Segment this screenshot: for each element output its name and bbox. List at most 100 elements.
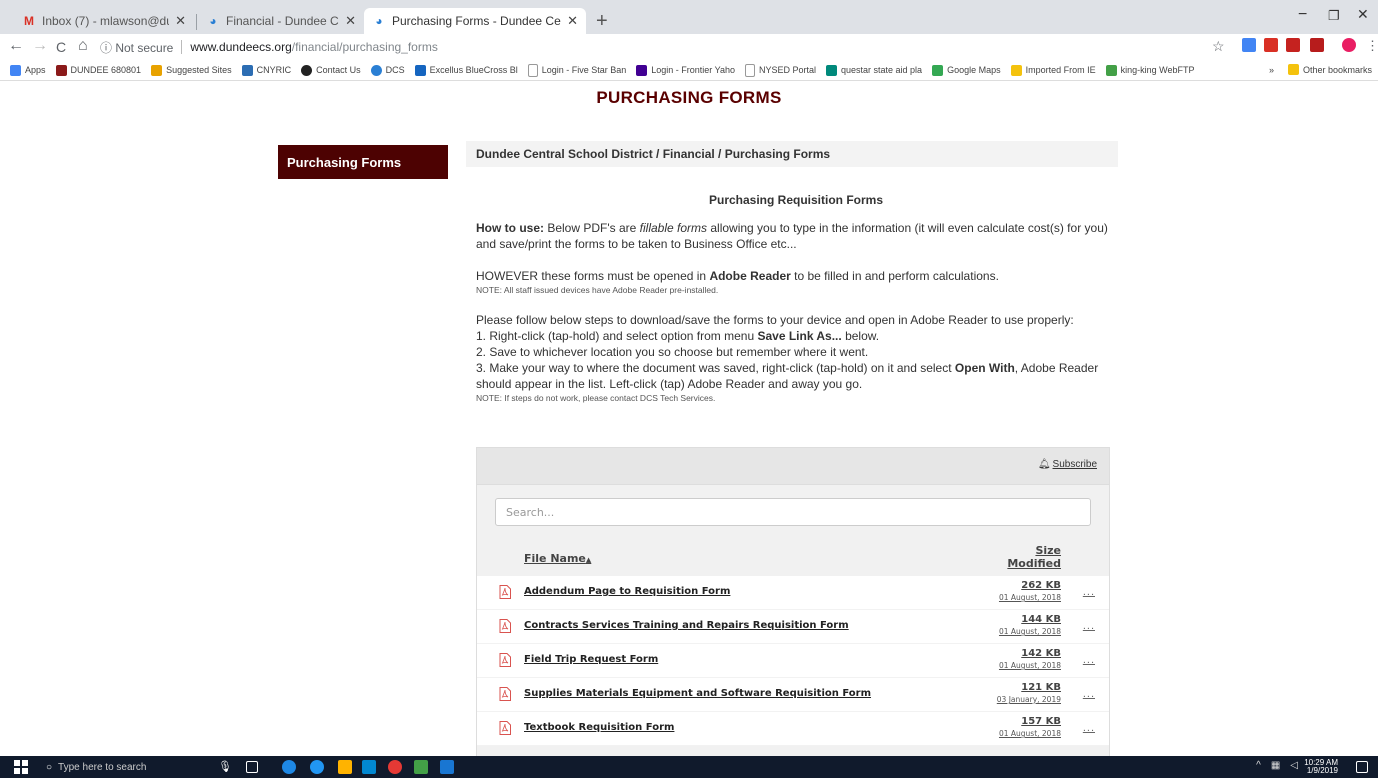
maximize-button[interactable]: ❐ xyxy=(1328,8,1340,24)
file-name-link[interactable]: Contracts Services Training and Repairs … xyxy=(524,620,849,631)
bookmark-star-icon[interactable]: ☆ xyxy=(1212,38,1225,55)
subscribe-link[interactable]: 🔔︎ Subscribe xyxy=(1038,459,1097,470)
instructions: Purchasing Requisition Forms How to use:… xyxy=(476,192,1116,404)
edge-icon[interactable] xyxy=(282,760,296,774)
windows-start-icon[interactable] xyxy=(14,760,28,774)
bookmark-icon xyxy=(414,64,426,76)
new-tab-button[interactable]: + xyxy=(596,10,608,33)
file-options-menu[interactable]: ... xyxy=(1083,722,1095,734)
pdf-extension-icon[interactable] xyxy=(1310,38,1324,52)
bookmark-cnyric[interactable]: CNYRIC xyxy=(241,64,291,76)
dcs-icon: ◕ xyxy=(375,14,383,28)
bookmark-fivestar[interactable]: Login - Five Star Ban xyxy=(527,63,626,77)
file-options-menu[interactable]: ... xyxy=(1083,654,1095,666)
back-button[interactable]: ← xyxy=(8,37,24,55)
close-icon[interactable]: ✕ xyxy=(567,13,578,29)
bookmark-webftp[interactable]: king-king WebFTP xyxy=(1105,64,1194,76)
address-bar[interactable]: ⓘ Not secure www.dundeecs.org/financial/… xyxy=(100,37,1200,57)
file-row[interactable]: Addendum Page to Requisition Form 262 KB 0… xyxy=(477,576,1109,610)
other-bookmarks[interactable]: » Other bookmarks xyxy=(1269,64,1372,75)
folder-icon xyxy=(1287,64,1299,75)
file-modified-date: 03 January, 2019 xyxy=(996,695,1061,704)
bookmark-frontier[interactable]: Login - Frontier Yaho xyxy=(636,64,735,76)
gmail-extension-icon[interactable] xyxy=(1264,38,1278,52)
bookmark-suggested[interactable]: Suggested Sites xyxy=(151,64,232,76)
file-list-header: File Name▲ Size Modified xyxy=(477,540,1109,576)
chrome-icon[interactable] xyxy=(388,760,402,774)
microphone-icon[interactable]: 🎙︎ xyxy=(218,760,232,774)
modified-header[interactable]: Modified xyxy=(1007,557,1061,570)
bookmark-nysed[interactable]: NYSED Portal xyxy=(744,63,816,77)
file-search-input[interactable]: Search... xyxy=(495,498,1091,526)
taskbar-search[interactable]: ○ Type here to search xyxy=(40,758,205,776)
file-size: 144 KB xyxy=(1021,614,1061,625)
file-size: 121 KB xyxy=(1021,682,1061,693)
file-name-link[interactable]: Textbook Requisition Form xyxy=(524,722,674,733)
close-icon[interactable]: ✕ xyxy=(175,13,186,29)
side-nav-purchasing-forms[interactable]: Purchasing Forms xyxy=(278,145,448,179)
size-modified-header[interactable]: Size Modified xyxy=(1007,544,1061,570)
file-modified-date: 01 August, 2018 xyxy=(998,593,1061,602)
file-row[interactable]: Field Trip Request Form 142 KB 01 August, … xyxy=(477,644,1109,678)
how-to-use-paragraph: How to use: Below PDF's are fillable for… xyxy=(476,221,1108,251)
tab-label: Inbox (7) - mlawson@dundeecs. xyxy=(42,14,169,28)
bookmark-icon xyxy=(241,64,253,76)
not-secure-indicator[interactable]: ⓘ Not secure xyxy=(100,39,173,56)
file-options-menu[interactable]: ... xyxy=(1083,620,1095,632)
menu-icon[interactable]: ⋮ xyxy=(1366,38,1378,54)
home-button[interactable]: ⌂ xyxy=(78,37,88,55)
tab-inbox[interactable]: M Inbox (7) - mlawson@dundeecs. ✕ xyxy=(14,8,194,34)
steps-intro: Please follow below steps to download/sa… xyxy=(476,313,1074,327)
pdf-file-icon xyxy=(499,687,511,701)
file-list-widget: 🔔︎ Subscribe Search... File Name▲ Size Mo… xyxy=(476,447,1110,757)
file-name-link[interactable]: Addendum Page to Requisition Form xyxy=(524,586,730,597)
close-window-button[interactable]: ✕ xyxy=(1357,6,1369,23)
bookmark-contact[interactable]: Contact Us xyxy=(301,64,361,76)
tab-divider xyxy=(196,14,197,30)
file-rows: Addendum Page to Requisition Form 262 KB 0… xyxy=(477,576,1109,746)
maps-icon xyxy=(932,64,944,76)
size-header[interactable]: Size xyxy=(1007,544,1061,557)
breadcrumb: Dundee Central School District / Financi… xyxy=(466,141,1118,167)
bookmark-imported[interactable]: Imported From IE xyxy=(1010,64,1096,76)
search-icon: ○ xyxy=(46,761,53,773)
minimize-button[interactable]: − xyxy=(1298,6,1307,24)
file-row[interactable]: Contracts Services Training and Repairs … xyxy=(477,610,1109,644)
notification-icon[interactable] xyxy=(1356,761,1368,773)
file-name-link[interactable]: Field Trip Request Form xyxy=(524,654,658,665)
network-icon[interactable]: ▦ xyxy=(1271,760,1280,771)
file-row[interactable]: Textbook Requisition Form 157 KB 01 August… xyxy=(477,712,1109,746)
tab-label: Purchasing Forms - Dundee Cen xyxy=(392,14,562,28)
extension-icon[interactable] xyxy=(1242,38,1256,52)
reload-button[interactable]: C xyxy=(56,39,66,55)
profile-avatar[interactable] xyxy=(1342,38,1356,52)
file-name-link[interactable]: Supplies Materials Equipment and Softwar… xyxy=(524,688,871,699)
file-options-menu[interactable]: ... xyxy=(1083,688,1095,700)
store-icon[interactable] xyxy=(362,760,376,774)
app-icon[interactable] xyxy=(414,760,428,774)
bookmark-google-maps[interactable]: Google Maps xyxy=(932,64,1001,76)
file-explorer-icon[interactable] xyxy=(338,760,352,774)
app-icon[interactable] xyxy=(440,760,454,774)
chevron-up-icon[interactable]: ^ xyxy=(1256,760,1261,771)
file-row[interactable]: Supplies Materials Equipment and Softwar… xyxy=(477,678,1109,712)
bookmarks-overflow-button[interactable]: » xyxy=(1269,65,1274,75)
forward-button[interactable]: → xyxy=(32,37,48,55)
file-name-sort-header[interactable]: File Name▲ xyxy=(524,552,591,565)
volume-icon[interactable]: ◁ xyxy=(1290,760,1298,771)
clock[interactable]: 10:29 AM 1/9/2019 xyxy=(1304,759,1338,775)
bookmark-icon xyxy=(636,64,648,76)
bookmark-dundee[interactable]: DUNDEE 680801 xyxy=(55,64,141,76)
tab-financial[interactable]: ◕ Financial - Dundee Central Scho ✕ xyxy=(198,8,364,34)
bookmark-excellus[interactable]: Excellus BlueCross Bl xyxy=(414,64,518,76)
mail-extension-icon[interactable] xyxy=(1286,38,1300,52)
bookmark-dcs[interactable]: DCS xyxy=(370,64,405,76)
file-options-menu[interactable]: ... xyxy=(1083,586,1095,598)
tab-purchasing-forms[interactable]: ◕ Purchasing Forms - Dundee Cen ✕ xyxy=(364,8,586,34)
bookmark-apps[interactable]: Apps xyxy=(10,64,46,76)
task-view-icon[interactable] xyxy=(246,761,258,773)
close-icon[interactable]: ✕ xyxy=(345,13,356,29)
bookmark-questar[interactable]: questar state aid pla xyxy=(826,64,922,76)
ie-icon[interactable] xyxy=(310,760,324,774)
folder-icon xyxy=(1010,64,1022,76)
